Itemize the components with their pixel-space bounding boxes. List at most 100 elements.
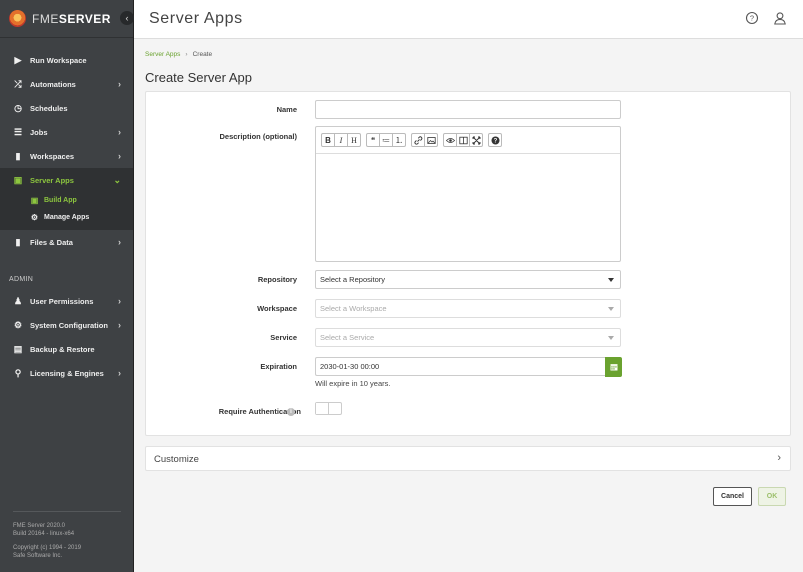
gear-icon: ⚙	[13, 319, 23, 330]
sidebar-item-user-permissions[interactable]: ♟ User Permissions ›	[0, 289, 133, 313]
header-title: Server Apps	[149, 10, 243, 27]
markdown-help-button[interactable]: ?	[488, 133, 502, 147]
sidebar-item-label: Licensing & Engines	[30, 368, 104, 378]
sidebar: FMESERVER ‹ ▶ Run Workspace ⤮ Automation…	[0, 0, 134, 572]
format-group: B I H	[321, 133, 361, 147]
breadcrumb-current: Create	[192, 51, 213, 58]
chevron-right-icon: ›	[118, 320, 121, 330]
heading-button[interactable]: H	[347, 133, 361, 147]
copyright-text: Copyright (c) 1994 - 2019	[13, 545, 82, 551]
sidebar-item-label: Backup & Restore	[30, 344, 95, 354]
sidebar-item-label: Files & Data	[30, 237, 73, 247]
ordered-list-button[interactable]: ⒈	[392, 133, 406, 147]
shuffle-icon: ⤮	[14, 78, 22, 89]
sidebar-footer: FME Server 2020.0 Build 20164 - linux-x6…	[13, 511, 121, 560]
sidebar-item-run-workspace[interactable]: ▶ Run Workspace	[0, 48, 133, 72]
workspace-select-value: Select a Workspace	[320, 304, 387, 313]
description-editor: B I H ❝ ≔ ⒈ ?	[315, 126, 621, 262]
chevron-right-icon: ›	[118, 237, 121, 247]
sidebar-item-workspaces[interactable]: ▮ Workspaces ›	[0, 144, 133, 168]
version-text: FME Server 2020.0	[13, 523, 66, 529]
link-button[interactable]	[411, 133, 425, 147]
block-group: ❝ ≔ ⒈	[366, 133, 406, 147]
editor-toolbar: B I H ❝ ≔ ⒈ ?	[316, 127, 620, 154]
service-select[interactable]: Select a Service	[315, 328, 621, 347]
side-by-side-button[interactable]	[456, 133, 470, 147]
italic-button[interactable]: I	[334, 133, 348, 147]
user-icon[interactable]	[773, 11, 787, 25]
sidebar-item-automations[interactable]: ⤮ Automations ›	[0, 72, 133, 96]
sidebar-item-label: Server Apps	[30, 175, 74, 185]
description-label: Description (optional)	[219, 132, 298, 141]
customize-panel-header[interactable]: Customize ›	[145, 446, 791, 471]
logo-text: FMESERVER	[32, 11, 111, 26]
sidebar-item-jobs[interactable]: ☰ Jobs ›	[0, 120, 133, 144]
sidebar-item-label: Build App	[44, 197, 77, 204]
company-text: Safe Software Inc.	[13, 553, 63, 559]
service-select-value: Select a Service	[320, 333, 375, 342]
sidebar-item-licensing-engines[interactable]: ⚲ Licensing & Engines ›	[0, 361, 133, 385]
columns-icon	[458, 136, 468, 144]
sidebar-item-schedules[interactable]: ◷ Schedules	[0, 96, 133, 120]
caret-down-icon	[608, 278, 614, 282]
breadcrumb: Server Apps › Create	[145, 51, 212, 58]
toggle-knob	[316, 403, 329, 414]
fme-logo-icon	[9, 10, 26, 27]
caret-down-icon	[608, 307, 614, 311]
question-circle-icon[interactable]: ?	[745, 11, 759, 25]
preview-button[interactable]	[443, 133, 457, 147]
users-icon: ♟	[13, 295, 23, 306]
fullscreen-button[interactable]	[469, 133, 483, 147]
image-icon	[426, 136, 436, 144]
expiration-label: Expiration	[260, 362, 297, 371]
help-icon: ?	[491, 136, 499, 144]
expiration-value: 2030-01-30 00:00	[320, 362, 380, 371]
workspace-label: Workspace	[257, 304, 297, 313]
play-icon: ▶	[14, 54, 22, 65]
collapse-sidebar-button[interactable]: ‹	[120, 11, 134, 25]
name-input[interactable]	[315, 100, 621, 119]
calendar-button[interactable]	[605, 357, 622, 377]
top-header: Server Apps ?	[134, 0, 803, 39]
folder-icon: ▮	[15, 236, 21, 247]
sidebar-item-files-data[interactable]: ▮ Files & Data ›	[0, 230, 133, 254]
sidebar-item-label: Automations	[30, 79, 76, 89]
sidebar-item-manage-apps[interactable]: ⚙ Manage Apps	[0, 209, 133, 226]
ok-button[interactable]: OK	[758, 487, 786, 506]
image-button[interactable]	[424, 133, 438, 147]
chevron-right-icon: ›	[185, 51, 188, 58]
sidebar-item-server-apps[interactable]: ▣ Server Apps ⌄	[0, 168, 133, 192]
quote-button[interactable]: ❝	[366, 133, 380, 147]
sidebar-item-backup-restore[interactable]: ▤ Backup & Restore	[0, 337, 133, 361]
customize-label: Customize	[154, 454, 199, 465]
sidebar-nav: ▶ Run Workspace ⤮ Automations › ◷ Schedu…	[0, 38, 133, 254]
repository-select[interactable]: Select a Repository	[315, 270, 621, 289]
sidebar-item-label: User Permissions	[30, 296, 94, 306]
expiration-input[interactable]: 2030-01-30 00:00	[315, 357, 605, 376]
workspace-select[interactable]: Select a Workspace	[315, 299, 621, 318]
chevron-right-icon: ›	[118, 296, 121, 306]
sidebar-item-label: System Configuration	[30, 320, 108, 330]
bold-button[interactable]: B	[321, 133, 335, 147]
sidebar-item-system-configuration[interactable]: ⚙ System Configuration ›	[0, 313, 133, 337]
description-textarea[interactable]	[316, 154, 620, 261]
unordered-list-button[interactable]: ≔	[379, 133, 393, 147]
cancel-button[interactable]: Cancel	[713, 487, 752, 506]
insert-group	[411, 133, 438, 147]
sidebar-item-label: Schedules	[30, 103, 68, 113]
chevron-right-icon: ›	[118, 151, 121, 161]
link-icon	[414, 135, 422, 145]
chevron-right-icon: ›	[118, 127, 121, 137]
build-icon: ▣	[30, 196, 39, 205]
breadcrumb-server-apps-link[interactable]: Server Apps	[145, 51, 180, 58]
repository-select-value: Select a Repository	[320, 275, 386, 284]
page-title: Create Server App	[145, 70, 252, 85]
admin-section-label: ADMIN	[9, 276, 34, 283]
info-icon[interactable]: i	[287, 408, 295, 416]
list-icon: ☰	[13, 126, 23, 137]
logo[interactable]: FMESERVER ‹	[0, 0, 134, 38]
sidebar-item-label: Manage Apps	[44, 214, 90, 221]
require-auth-toggle[interactable]	[315, 402, 342, 415]
sidebar-item-build-app[interactable]: ▣ Build App	[0, 192, 133, 209]
sidebar-item-label: Workspaces	[30, 151, 75, 161]
